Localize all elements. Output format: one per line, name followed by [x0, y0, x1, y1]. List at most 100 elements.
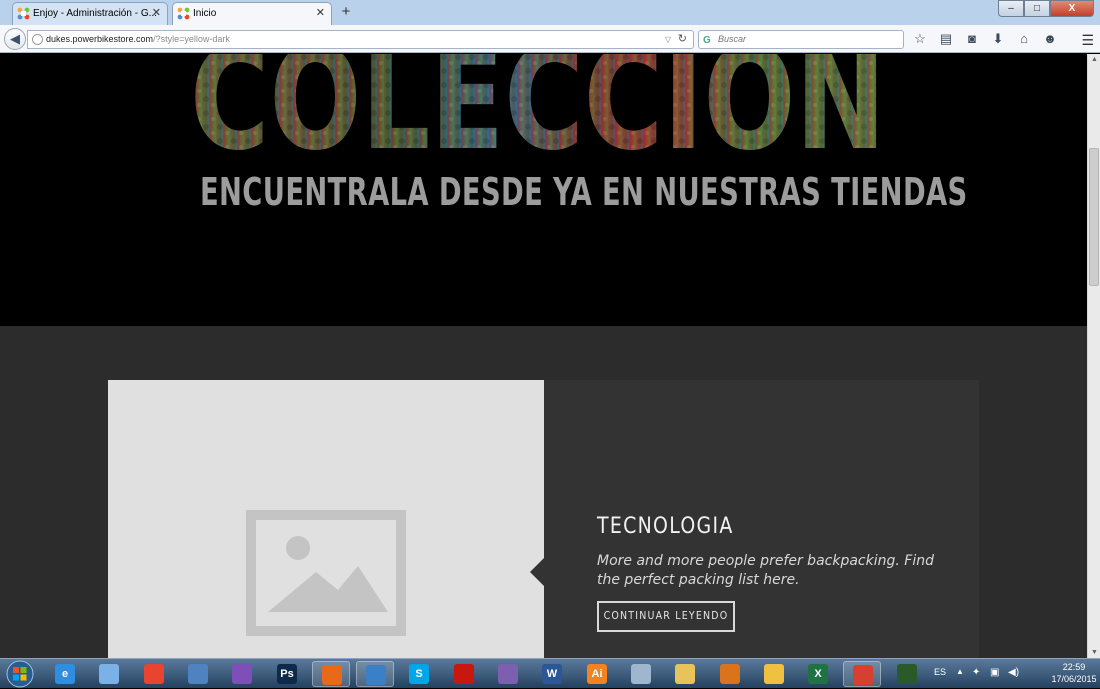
navigation-bar: ◀ dukes.powerbikestore.com/?style=yellow… — [0, 25, 1100, 53]
star-icon[interactable]: ☆ — [910, 30, 930, 48]
bittorrent-taskbar-button[interactable] — [223, 661, 261, 687]
joomla-icon — [17, 7, 30, 20]
toolbar-icons: ☆ ▤ ◙ ⬇ ⌂ ☻ — [910, 30, 1060, 48]
image-placeholder-icon — [246, 510, 406, 636]
calculator-icon — [631, 664, 651, 684]
minimize-button[interactable]: – — [998, 0, 1024, 17]
paint-icon — [366, 665, 386, 685]
scroll-down-icon[interactable]: ▼ — [1091, 649, 1098, 656]
maximize-button[interactable]: □ — [1024, 0, 1050, 17]
mail-icon — [764, 664, 784, 684]
card-image-placeholder — [108, 380, 544, 658]
tab-inicio[interactable]: Inicio ✕ — [172, 2, 332, 25]
internet-explorer-icon: e — [55, 664, 75, 684]
search-input[interactable]: G Buscar — [698, 30, 904, 49]
pocket-icon[interactable]: ◙ — [962, 30, 982, 48]
close-icon[interactable]: ✕ — [152, 3, 161, 24]
start-button[interactable] — [4, 659, 36, 689]
tab-label: Enjoy - Administración - G... — [33, 8, 157, 19]
chrome-taskbar-button[interactable] — [135, 661, 173, 687]
task-manager-taskbar-button[interactable] — [888, 661, 926, 687]
visual-studio-icon — [498, 664, 518, 684]
explorer-icon — [675, 664, 695, 684]
new-tab-button[interactable]: + — [338, 3, 354, 20]
mail-taskbar-button[interactable] — [755, 661, 793, 687]
language-indicator[interactable]: ES — [934, 667, 946, 677]
reload-icon[interactable]: ↻ — [678, 31, 687, 48]
cleaner-taskbar-button[interactable] — [843, 661, 881, 687]
page-scrollbar[interactable]: ▲ ▼ — [1087, 54, 1100, 658]
arrow-left-icon: ◀ — [10, 31, 20, 46]
tab-strip: Enjoy - Administración - G... ✕ Inicio ✕… — [0, 0, 1100, 25]
skype-icon: S — [409, 664, 429, 684]
search-placeholder: Buscar — [718, 34, 747, 44]
hero-banner: COLECCION COLECCION ENCUENTRALA DESDE YA… — [0, 54, 1087, 326]
skype-taskbar-button[interactable]: S — [400, 661, 438, 687]
dropbox-icon[interactable]: ✦ — [972, 667, 980, 678]
close-icon[interactable]: ✕ — [316, 3, 325, 24]
reading-list-icon[interactable]: ▤ — [936, 30, 956, 48]
chrome-icon — [144, 664, 164, 684]
system-tray: ES ▲ ✦ ▣ ◀) 22:59 17/06/2015 — [930, 659, 1100, 689]
firefox-taskbar-button[interactable] — [312, 661, 350, 687]
photoshop-taskbar-button[interactable]: Ps — [268, 661, 306, 687]
illustrator-icon: Ai — [587, 664, 607, 684]
explorer-taskbar-button[interactable] — [666, 661, 704, 687]
calculator-taskbar-button[interactable] — [622, 661, 660, 687]
notes-icon — [99, 664, 119, 684]
chevron-down-icon[interactable]: ▽ — [665, 31, 671, 48]
card-body: TECNOLOGIA More and more people prefer b… — [530, 380, 979, 658]
scroll-thumb[interactable] — [1089, 148, 1099, 286]
task-manager-icon — [897, 664, 917, 684]
illustrator-taskbar-button[interactable]: Ai — [578, 661, 616, 687]
windows-taskbar: e Ps S W Ai X ES ▲ ✦ ▣ ◀) 22:59 17/06/2015 — [0, 658, 1100, 688]
window-controls: – □ X — [998, 0, 1094, 17]
card-excerpt: More and more people prefer backpacking.… — [597, 553, 934, 588]
word-taskbar-button[interactable]: W — [533, 661, 571, 687]
download-icon[interactable]: ⬇ — [988, 30, 1008, 48]
tray-expand-icon[interactable]: ▲ — [956, 667, 964, 676]
visual-studio-taskbar-button[interactable] — [489, 661, 527, 687]
hero-title-texture: COLECCION — [190, 54, 886, 154]
article-card: TECNOLOGIA More and more people prefer b… — [108, 380, 979, 658]
notes-taskbar-button[interactable] — [90, 661, 128, 687]
home-icon[interactable]: ⌂ — [1014, 30, 1034, 48]
joomla-icon — [177, 7, 190, 20]
url-path: /?style=yellow-dark — [153, 34, 230, 44]
back-button[interactable]: ◀ — [4, 28, 26, 50]
page-viewport: COLECCION COLECCION ENCUENTRALA DESDE YA… — [0, 54, 1087, 658]
card-pointer — [530, 558, 544, 586]
search-engine-icon[interactable]: G — [703, 32, 711, 49]
read-more-button[interactable]: CONTINUAR LEYENDO — [597, 601, 735, 632]
gimp-taskbar-button[interactable] — [711, 661, 749, 687]
word-icon: W — [542, 664, 562, 684]
menu-icon[interactable]: ☰ — [1081, 32, 1094, 49]
excel-icon: X — [808, 664, 828, 684]
url-bar[interactable]: dukes.powerbikestore.com/?style=yellow-d… — [27, 30, 694, 49]
hero-title: COLECCION COLECCION — [190, 54, 886, 154]
content-section: TECNOLOGIA More and more people prefer b… — [0, 326, 1087, 658]
scroll-up-icon[interactable]: ▲ — [1091, 56, 1098, 63]
close-window-button[interactable]: X — [1050, 0, 1094, 17]
acrobat-taskbar-button[interactable] — [445, 661, 483, 687]
control-panel-icon — [188, 664, 208, 684]
paint-taskbar-button[interactable] — [356, 661, 394, 687]
network-icon[interactable]: ▣ — [990, 667, 999, 678]
url-host: dukes.powerbikestore.com — [46, 34, 154, 44]
gimp-icon — [720, 664, 740, 684]
excel-taskbar-button[interactable]: X — [799, 661, 837, 687]
globe-icon — [32, 34, 43, 45]
hero-subtitle: ENCUENTRALA DESDE YA EN NUESTRAS TIENDAS — [200, 170, 968, 214]
tab-administracion[interactable]: Enjoy - Administración - G... ✕ — [12, 2, 168, 25]
firefox-icon — [322, 665, 342, 685]
control-panel-taskbar-button[interactable] — [179, 661, 217, 687]
internet-explorer-taskbar-button[interactable]: e — [46, 661, 84, 687]
chat-icon[interactable]: ☻ — [1040, 30, 1060, 48]
clock-time[interactable]: 22:59 — [1050, 662, 1098, 672]
volume-icon[interactable]: ◀) — [1008, 667, 1019, 678]
tab-label: Inicio — [193, 8, 217, 19]
bittorrent-icon — [232, 664, 252, 684]
photoshop-icon: Ps — [277, 664, 297, 684]
clock-date[interactable]: 17/06/2015 — [1050, 674, 1098, 684]
cleaner-icon — [853, 665, 873, 685]
